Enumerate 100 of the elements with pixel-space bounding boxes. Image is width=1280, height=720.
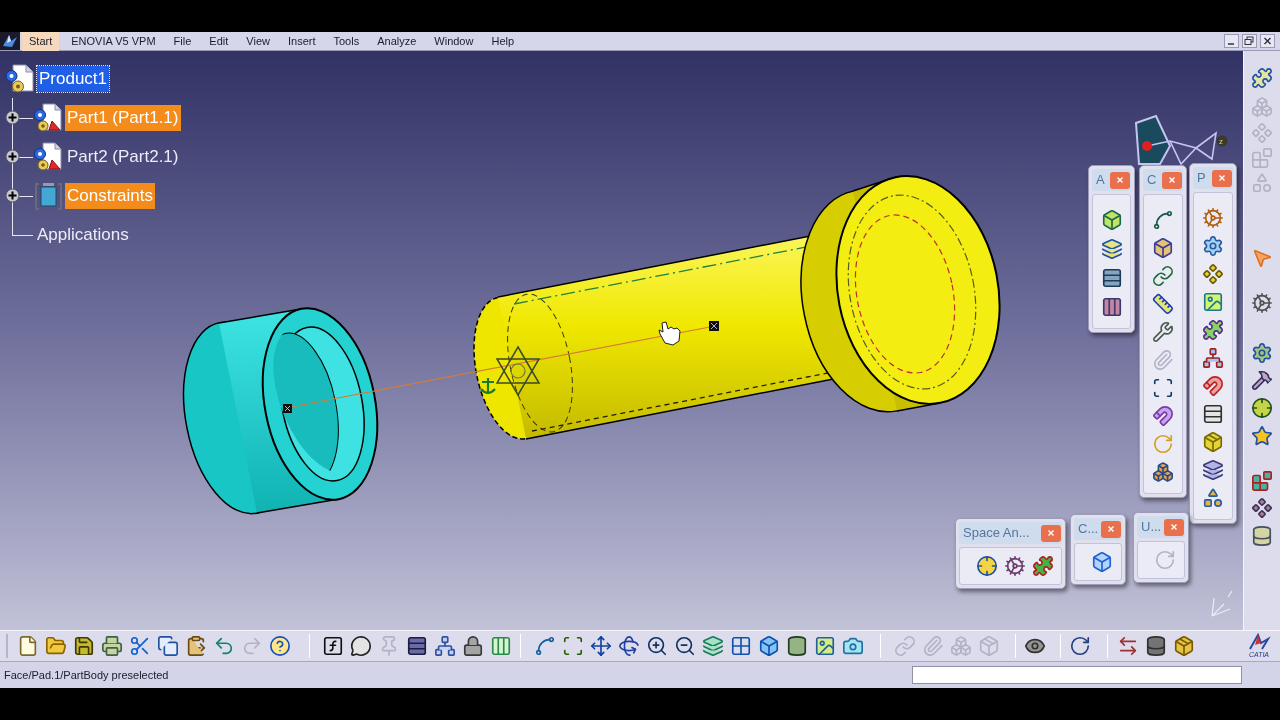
function-icon[interactable] [322,635,344,657]
cube-icon[interactable] [758,635,780,657]
cog-icon[interactable] [1202,207,1224,229]
zoom-in-icon[interactable] [646,635,668,657]
hexagram-icon[interactable] [495,345,541,397]
expand-icon[interactable] [5,110,20,125]
crosshair-icon[interactable] [976,555,998,577]
menu-item[interactable]: Start [22,31,60,51]
expand-icon[interactable] [5,149,20,164]
ring-part[interactable] [182,307,379,515]
settings-icon[interactable] [1251,342,1273,364]
clipboard-icon[interactable] [185,635,207,657]
folder-icon[interactable] [45,635,67,657]
scissors-icon[interactable] [129,635,151,657]
minimize-icon[interactable] [1224,34,1239,48]
image-icon[interactable] [814,635,836,657]
menu-item[interactable]: File [167,31,198,51]
anchor-icon[interactable] [479,376,497,395]
close-button[interactable] [1041,524,1061,542]
layers-icon[interactable] [1100,238,1123,260]
move-icon[interactable] [590,635,612,657]
menu-item[interactable]: Insert [281,31,322,51]
tree-item[interactable]: Part2 (Part2.1) [65,143,181,170]
menu-item[interactable]: ENOVIA V5 VPM [65,31,162,51]
cube-icon[interactable] [1152,237,1174,259]
grid-icon[interactable] [730,635,752,657]
package-icon[interactable] [1202,431,1224,453]
copy-icon[interactable] [157,635,179,657]
help-icon[interactable] [269,635,291,657]
database-icon[interactable] [1145,635,1167,657]
frame-corners-icon[interactable] [1152,377,1174,399]
tree-item[interactable]: Product1 [37,65,110,92]
magnet-icon[interactable] [1202,375,1224,397]
command-input-field[interactable] [912,666,1242,684]
network-icon[interactable] [1202,347,1224,369]
menu-item[interactable]: Tools [327,31,366,51]
puzzle-icon[interactable] [1251,67,1273,89]
image-icon[interactable] [1202,291,1224,313]
point-marker-icon[interactable] [283,404,292,413]
printer-icon[interactable] [101,635,123,657]
settings-icon[interactable] [1202,235,1224,257]
3d-viewport[interactable]: z Product1 Part1 (Part1.1) Part2 (Part2.1) Constraints Applications A C P Space An... C... U... [0,51,1243,630]
puzzle-icon[interactable] [1202,319,1224,341]
close-button[interactable] [1212,169,1232,187]
wrench-icon[interactable] [1152,321,1174,343]
lock-icon[interactable] [462,635,484,657]
database-icon[interactable] [1251,525,1273,547]
spline-icon[interactable] [534,635,556,657]
star-icon[interactable] [1251,425,1273,447]
package-icon[interactable] [1173,635,1195,657]
spline-icon[interactable] [1152,209,1174,231]
camera-icon[interactable] [842,635,864,657]
close-button[interactable] [1164,518,1184,536]
expand-icon[interactable] [5,188,20,203]
menu-item[interactable]: Help [485,31,521,51]
double-arrow-icon[interactable] [1117,635,1139,657]
paperclip-icon[interactable] [1152,349,1174,371]
columns-icon[interactable] [1100,296,1123,318]
layers-icon[interactable] [702,635,724,657]
close-button[interactable] [1162,171,1182,189]
magnet-icon[interactable] [1152,405,1174,427]
undo-icon[interactable] [213,635,235,657]
close-button[interactable] [1110,171,1130,189]
layers-icon[interactable] [1202,459,1224,481]
save-icon[interactable] [73,635,95,657]
network-icon[interactable] [434,635,456,657]
table-icon[interactable] [1100,267,1123,289]
cube-icon[interactable] [1091,551,1113,573]
cog-icon[interactable] [1004,555,1026,577]
zoom-out-icon[interactable] [674,635,696,657]
close-icon[interactable] [1260,34,1275,48]
diamonds-icon[interactable] [1202,263,1224,285]
flanged-cylinder-part[interactable] [473,175,1001,440]
paperclip-icon[interactable] [922,635,944,657]
crosshair-icon[interactable] [1251,397,1273,419]
restore-icon[interactable] [1242,34,1257,48]
point-marker-icon[interactable] [709,321,719,331]
hammer-icon[interactable] [1251,369,1273,391]
compass-drawing[interactable]: z [1134,114,1228,166]
table-icon[interactable] [406,635,428,657]
rotate-3d-icon[interactable] [618,635,640,657]
diamonds-icon[interactable] [1251,497,1273,519]
ruler-icon[interactable] [1152,293,1174,315]
shapes-icon[interactable] [1202,487,1224,509]
frame-corners-icon[interactable] [562,635,584,657]
table-icon[interactable] [1202,403,1224,425]
puzzle-icon[interactable] [1032,555,1054,577]
menu-item[interactable]: View [240,31,276,51]
menu-item[interactable]: Window [428,31,480,51]
cylinder-icon[interactable] [786,635,808,657]
document-icon[interactable] [17,635,39,657]
speech-bubble-icon[interactable] [350,635,372,657]
rotate-icon[interactable] [1069,635,1091,657]
menu-item[interactable]: Analyze [371,31,423,51]
close-button[interactable] [1101,520,1121,538]
squares-icon[interactable] [1251,470,1273,492]
cog-icon[interactable] [1251,292,1273,314]
menu-item[interactable]: Edit [203,31,235,51]
tree-item[interactable]: Applications [35,221,131,248]
boxes-icon[interactable] [1152,461,1174,483]
